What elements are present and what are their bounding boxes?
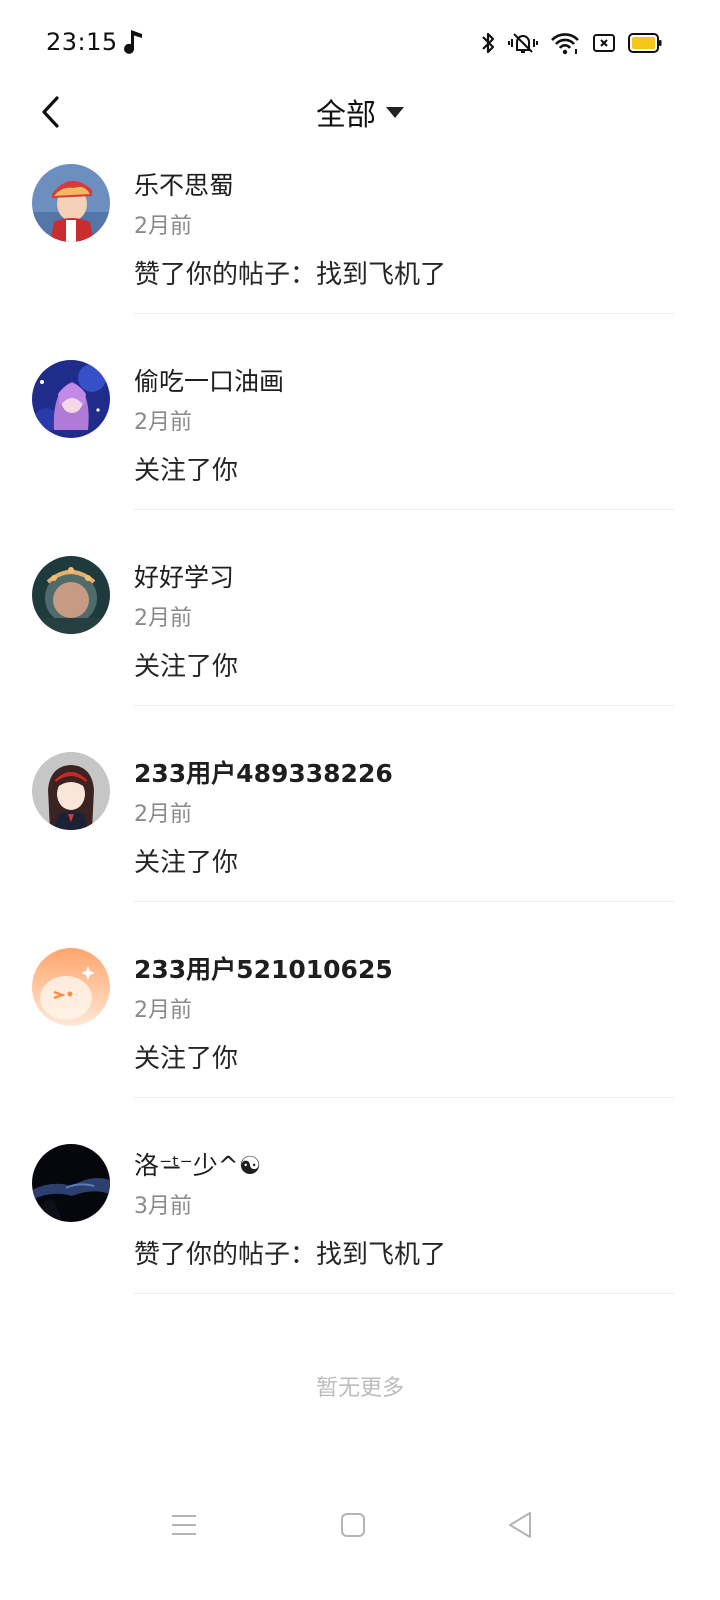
caret-down-icon: [386, 107, 404, 118]
home-button[interactable]: [336, 1508, 370, 1542]
timestamp: 2月前: [134, 606, 192, 631]
notification-text[interactable]: 关注了你: [134, 450, 238, 487]
user-name[interactable]: 233用户489338226: [134, 754, 393, 790]
timestamp: 2月前: [134, 998, 192, 1023]
wifi-icon: [550, 31, 580, 55]
notification-text[interactable]: 赞了你的帖子：找到飞机了: [134, 1234, 446, 1271]
divider: [134, 1293, 674, 1294]
list-item[interactable]: 偷吃一口油画 2月前 关注了你: [0, 352, 720, 548]
user-name[interactable]: 好好学习: [134, 558, 234, 594]
vibrate-icon: [508, 31, 538, 55]
user-name[interactable]: 233用户521010625: [134, 950, 393, 986]
avatar[interactable]: [32, 752, 110, 830]
status-time: 23:15: [46, 28, 118, 56]
timestamp: 2月前: [134, 410, 192, 435]
timestamp: 2月前: [134, 802, 192, 827]
divider: [134, 1097, 674, 1098]
divider: [134, 313, 674, 314]
bluetooth-icon: [480, 31, 496, 55]
system-nav-bar: [0, 1490, 720, 1560]
menu-icon: [172, 1515, 196, 1535]
user-name[interactable]: 乐不思蜀: [134, 166, 234, 202]
battery-icon: [628, 32, 662, 54]
timestamp: 2月前: [134, 214, 192, 239]
status-icons: [480, 30, 662, 56]
status-bar: 23:15: [0, 0, 720, 86]
avatar[interactable]: [32, 164, 110, 242]
page-title: 全部: [316, 98, 376, 133]
music-note-icon: [124, 28, 148, 58]
notification-text[interactable]: 关注了你: [134, 1038, 238, 1075]
list-item[interactable]: 233用户489338226 2月前 关注了你: [0, 744, 720, 940]
user-name[interactable]: 偷吃一口油画: [134, 362, 284, 398]
list-item[interactable]: 233用户521010625 2月前 关注了你: [0, 940, 720, 1136]
menu-button[interactable]: [167, 1508, 201, 1542]
header: 全部: [0, 86, 720, 138]
notification-text[interactable]: 赞了你的帖子：找到飞机了: [134, 254, 446, 291]
no-more-label: 暂无更多: [315, 1376, 404, 1401]
timestamp: 3月前: [134, 1194, 192, 1219]
list-item[interactable]: 好好学习 2月前 关注了你: [0, 548, 720, 744]
avatar[interactable]: [32, 360, 110, 438]
back-triangle-icon: [509, 1512, 531, 1538]
notification-text[interactable]: 关注了你: [134, 646, 238, 683]
divider: [134, 901, 674, 902]
system-back-button[interactable]: [503, 1508, 537, 1542]
user-name[interactable]: 洛⁻ᵗ̶⁻少^☯: [134, 1146, 261, 1182]
avatar[interactable]: [32, 948, 110, 1026]
notification-text[interactable]: 关注了你: [134, 842, 238, 879]
avatar[interactable]: [32, 556, 110, 634]
home-square-icon: [341, 1513, 365, 1537]
avatar[interactable]: [32, 1144, 110, 1222]
divider: [134, 705, 674, 706]
notification-list: 乐不思蜀 2月前 赞了你的帖子：找到飞机了 偷吃一口油画 2月前 关注了你 好好…: [0, 156, 720, 1332]
list-item[interactable]: 洛⁻ᵗ̶⁻少^☯ 3月前 赞了你的帖子：找到飞机了: [0, 1136, 720, 1332]
divider: [134, 509, 674, 510]
filter-dropdown[interactable]: 全部: [0, 86, 720, 138]
list-item[interactable]: 乐不思蜀 2月前 赞了你的帖子：找到飞机了: [0, 156, 720, 352]
sim-card-icon: [592, 32, 616, 54]
